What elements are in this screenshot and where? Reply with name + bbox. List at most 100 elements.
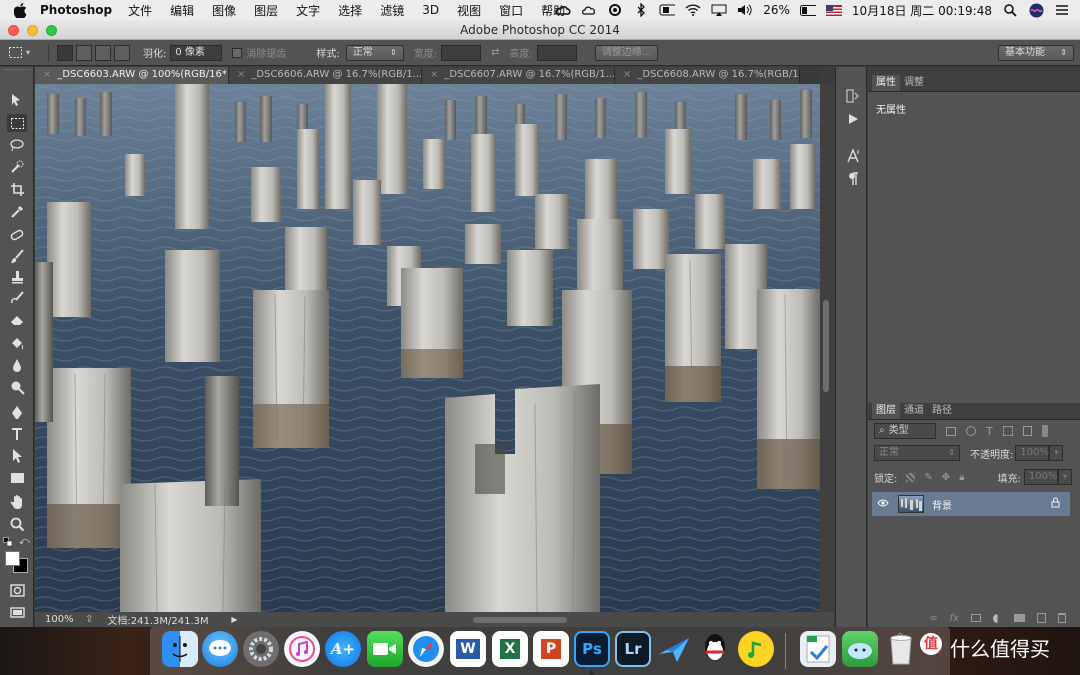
- style-dropdown[interactable]: 正常 ⇕: [345, 44, 404, 61]
- us-flag-input-icon[interactable]: [825, 3, 842, 17]
- feishu-icon[interactable]: [656, 631, 692, 667]
- history-brush-tool-icon[interactable]: [7, 289, 27, 307]
- swap-dimensions-icon[interactable]: ⇄: [491, 47, 499, 58]
- antialias-checkbox[interactable]: [232, 47, 243, 58]
- tab-channels[interactable]: 通道: [900, 403, 928, 419]
- filter-toggle-icon[interactable]: [1041, 425, 1048, 437]
- messages-icon[interactable]: [202, 631, 238, 667]
- menu-3d[interactable]: 3D: [422, 3, 439, 17]
- bt-download-icon[interactable]: [800, 631, 836, 667]
- toolbar-grip[interactable]: [4, 69, 30, 73]
- menu-edit[interactable]: 编辑: [170, 2, 194, 19]
- refine-edge-button[interactable]: 调整边缘...: [594, 44, 659, 61]
- app-name-menu[interactable]: Photoshop: [40, 3, 112, 17]
- spotlight-search-icon[interactable]: [1002, 3, 1018, 17]
- lasso-tool-icon[interactable]: [7, 136, 27, 154]
- minimize-window-button[interactable]: [27, 25, 38, 36]
- clone-stamp-tool-icon[interactable]: [7, 268, 27, 286]
- path-selection-tool-icon[interactable]: [7, 447, 27, 465]
- foreground-color-swatch[interactable]: [5, 551, 20, 566]
- dodge-tool-icon[interactable]: [7, 378, 27, 396]
- pixel-filter-icon[interactable]: [946, 426, 956, 436]
- creative-cloud-icon[interactable]: [555, 3, 571, 17]
- width-input[interactable]: [441, 44, 482, 61]
- app-store-icon[interactable]: A+: [325, 631, 361, 667]
- siri-icon[interactable]: [1028, 3, 1044, 17]
- tab-layers[interactable]: 图层: [872, 403, 900, 419]
- adjustment-layer-icon[interactable]: [993, 613, 1002, 623]
- screen-mode-icon[interactable]: [7, 603, 27, 621]
- type-tool-icon[interactable]: [7, 425, 27, 443]
- battery-icon[interactable]: [799, 3, 816, 17]
- zoom-level[interactable]: 100%: [35, 614, 74, 625]
- wifi-icon[interactable]: [685, 3, 701, 17]
- close-tab-icon[interactable]: ×: [237, 67, 245, 84]
- shape-filter-icon[interactable]: [1002, 426, 1013, 436]
- lock-transparency-icon[interactable]: [906, 472, 916, 482]
- toggle-status-icon[interactable]: [659, 3, 676, 17]
- brush-tool-icon[interactable]: [7, 247, 27, 265]
- quick-selection-tool-icon[interactable]: [7, 158, 27, 176]
- zoom-tool-icon[interactable]: [7, 515, 27, 533]
- new-group-icon[interactable]: [1014, 614, 1025, 622]
- fill-dropdown-arrow[interactable]: ▾: [1057, 469, 1072, 485]
- photoshop-icon[interactable]: Ps: [574, 631, 610, 667]
- notification-center-icon[interactable]: [1054, 3, 1070, 17]
- menu-window[interactable]: 窗口: [499, 2, 523, 19]
- lock-image-pixels-icon[interactable]: ✎: [924, 472, 932, 483]
- workspace-dropdown[interactable]: 基本功能 ⇕: [998, 44, 1074, 61]
- paragraph-panel-icon[interactable]: [844, 170, 862, 188]
- menu-select[interactable]: 选择: [338, 2, 362, 19]
- close-tab-icon[interactable]: ×: [43, 67, 51, 84]
- excel-icon[interactable]: X: [492, 631, 528, 667]
- pen-tool-icon[interactable]: [7, 403, 27, 421]
- adjustment-filter-icon[interactable]: [966, 426, 976, 436]
- character-panel-icon[interactable]: [844, 147, 862, 165]
- smart-object-filter-icon[interactable]: [1022, 426, 1032, 436]
- history-panel-icon[interactable]: [844, 87, 862, 105]
- tab-dsc6606[interactable]: × _DSC6606.ARW @ 16.7%(RGB/1...: [229, 67, 422, 84]
- menu-view[interactable]: 视图: [457, 2, 481, 19]
- menu-image[interactable]: 图像: [212, 2, 236, 19]
- lock-all-icon[interactable]: 🔒︎: [959, 472, 964, 483]
- tab-dsc6607[interactable]: × _DSC6607.ARW @ 16.7%(RGB/1...: [422, 67, 615, 84]
- bluetooth-icon[interactable]: [633, 3, 649, 17]
- airplay-icon[interactable]: [711, 3, 727, 17]
- spot-healing-brush-tool-icon[interactable]: [7, 226, 27, 244]
- swap-colors-icon[interactable]: ⤺: [19, 536, 30, 547]
- tab-properties[interactable]: 属性: [872, 75, 900, 91]
- opacity-dropdown-arrow[interactable]: ▾: [1049, 445, 1064, 461]
- layer-filter-dropdown[interactable]: ⌕ 类型: [874, 423, 936, 439]
- layer-name[interactable]: 背景: [932, 497, 1051, 512]
- subtract-selection-mode-button[interactable]: [95, 44, 111, 61]
- intersect-selection-mode-button[interactable]: [114, 44, 130, 61]
- quick-mask-icon[interactable]: [7, 581, 27, 599]
- rectangle-tool-icon[interactable]: [7, 469, 27, 487]
- zoom-window-button[interactable]: [46, 25, 57, 36]
- menu-filter[interactable]: 滤镜: [380, 2, 404, 19]
- hand-tool-icon[interactable]: [7, 493, 27, 511]
- powerpoint-icon[interactable]: P: [533, 631, 569, 667]
- new-layer-icon[interactable]: [1037, 613, 1046, 623]
- facetime-icon[interactable]: [367, 631, 403, 667]
- menu-layer[interactable]: 图层: [254, 2, 278, 19]
- close-tab-icon[interactable]: ×: [623, 67, 631, 84]
- eyedropper-tool-icon[interactable]: [7, 202, 27, 220]
- lock-position-icon[interactable]: ✥: [942, 472, 950, 483]
- crop-tool-icon[interactable]: [7, 180, 27, 198]
- weiyun-icon[interactable]: [842, 631, 878, 667]
- status-menu-arrow-icon[interactable]: ▶: [231, 615, 237, 624]
- preset-marquee-icon[interactable]: ▾: [8, 46, 40, 60]
- word-icon[interactable]: W: [450, 631, 486, 667]
- close-window-button[interactable]: [8, 25, 19, 36]
- link-layers-icon[interactable]: ∞: [929, 613, 937, 624]
- canvas-horizontal-scrollbar[interactable]: [472, 616, 567, 623]
- tab-dsc6603[interactable]: × _DSC6603.ARW @ 100%(RGB/16*): [35, 67, 229, 84]
- menu-type[interactable]: 文字: [296, 2, 320, 19]
- safari-icon[interactable]: [408, 631, 444, 667]
- feather-input[interactable]: 0 像素: [170, 44, 223, 61]
- delete-layer-trash-icon[interactable]: [1058, 613, 1066, 623]
- canvas-vertical-scroll-thumb[interactable]: [823, 300, 829, 392]
- export-status-icon[interactable]: ⇪: [85, 614, 93, 625]
- volume-icon[interactable]: [737, 3, 753, 17]
